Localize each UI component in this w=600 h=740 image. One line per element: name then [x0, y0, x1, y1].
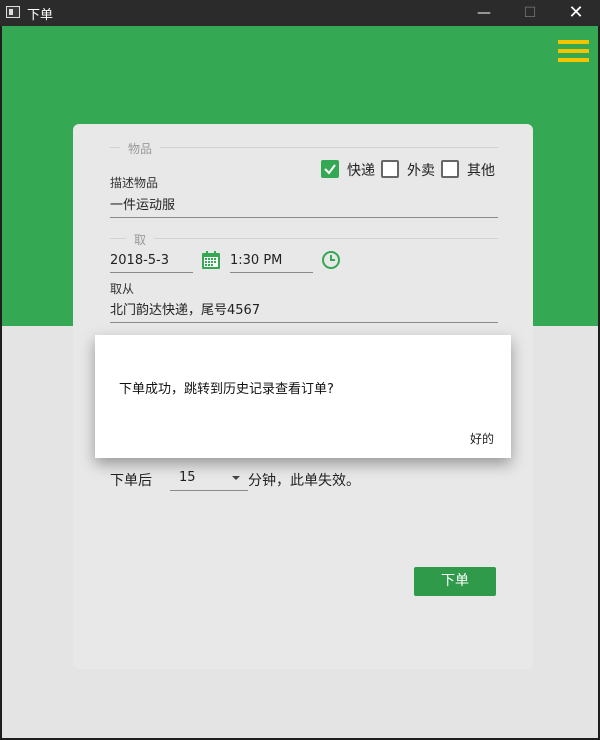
- section-divider: [110, 238, 498, 239]
- describe-item-input[interactable]: 一件运动服: [110, 194, 175, 213]
- expire-minutes-select[interactable]: 15: [179, 470, 196, 485]
- pickup-from-underline: [110, 322, 498, 323]
- check-icon: [324, 164, 336, 175]
- app-icon: [6, 6, 20, 18]
- checkbox-express[interactable]: [321, 160, 339, 178]
- pickup-date-underline: [110, 272, 193, 273]
- checkbox-other[interactable]: [441, 160, 459, 178]
- pickup-from-label: 取从: [110, 282, 135, 296]
- checkbox-takeout-label: 外卖: [407, 163, 435, 179]
- clock-icon[interactable]: [321, 250, 341, 270]
- expire-suffix: 分钟，此单失效。: [248, 473, 360, 489]
- expire-select-underline: [170, 490, 248, 491]
- section-label-pickup: 取: [126, 231, 155, 248]
- success-dialog: 下单成功，跳转到历史记录查看订单? 好的: [95, 335, 511, 458]
- section-label-item: 物品: [120, 140, 161, 157]
- close-button[interactable]: ✕: [553, 0, 599, 26]
- pickup-from-input[interactable]: 北门韵达快递，尾号4567: [110, 299, 260, 318]
- checkbox-express-label: 快递: [347, 163, 375, 179]
- section-divider: [110, 147, 498, 148]
- dialog-message: 下单成功，跳转到历史记录查看订单?: [119, 382, 334, 397]
- submit-order-button[interactable]: 下单: [414, 567, 496, 596]
- describe-item-label: 描述物品: [110, 176, 159, 190]
- expire-prefix: 下单后: [110, 473, 152, 489]
- pickup-time-underline: [230, 272, 313, 273]
- window-titlebar: 下单 — ☐ ✕: [0, 0, 600, 26]
- calendar-icon[interactable]: [201, 250, 221, 270]
- pickup-date-input[interactable]: 2018-5-3: [110, 253, 169, 268]
- window-title: 下单: [27, 8, 54, 23]
- describe-item-underline: [110, 217, 498, 218]
- maximize-button[interactable]: ☐: [507, 0, 553, 26]
- minimize-button[interactable]: —: [461, 0, 507, 26]
- hamburger-menu-icon[interactable]: [558, 40, 589, 62]
- checkbox-takeout[interactable]: [381, 160, 399, 178]
- dropdown-arrow-icon[interactable]: [231, 475, 241, 481]
- pickup-time-input[interactable]: 1:30 PM: [230, 253, 282, 268]
- checkbox-other-label: 其他: [467, 163, 495, 179]
- dialog-ok-button[interactable]: 好的: [470, 430, 494, 447]
